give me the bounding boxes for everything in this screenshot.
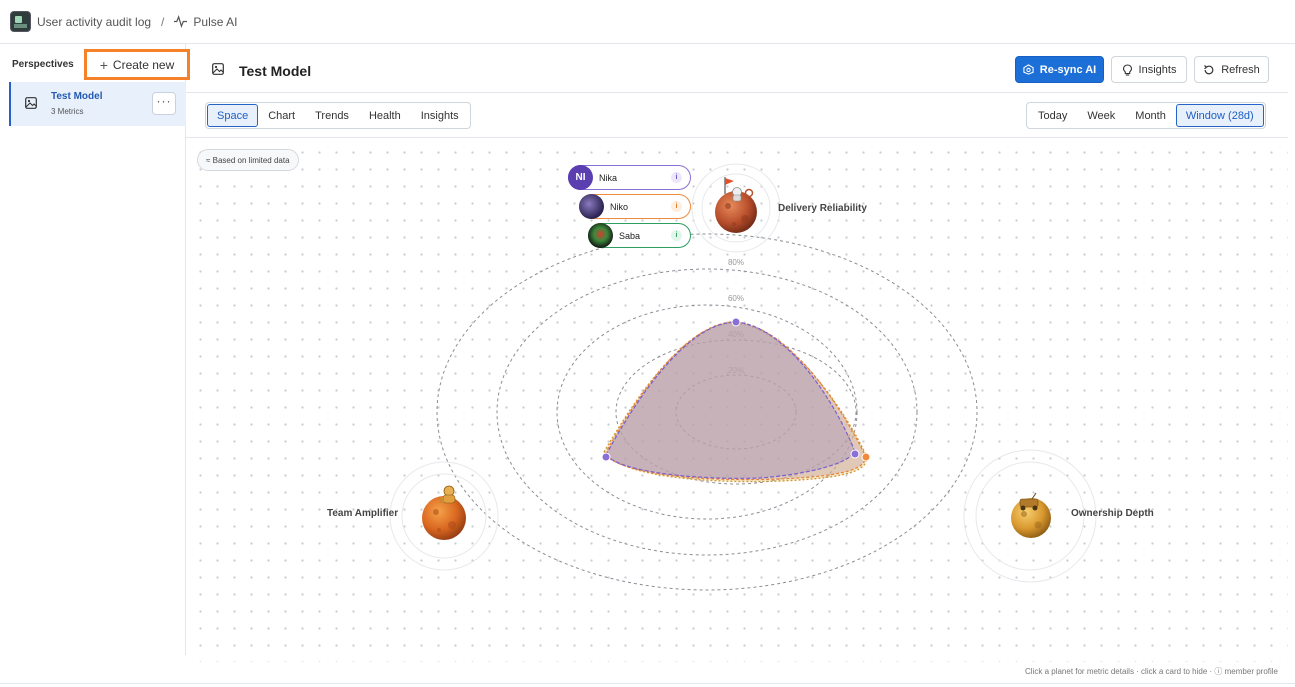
planet-flag-icon[interactable] xyxy=(715,177,757,233)
vertex-right-niko[interactable] xyxy=(861,452,871,462)
planet-rover-icon[interactable] xyxy=(1011,492,1051,538)
member-name: Saba xyxy=(619,230,641,241)
bottom-divider xyxy=(0,683,1295,684)
member-card-niko[interactable]: Niko i xyxy=(579,194,691,219)
info-icon[interactable]: i xyxy=(671,172,682,183)
avatar xyxy=(588,223,613,248)
space-visualization[interactable]: 80% 60% 40% 20% xyxy=(0,0,1295,687)
planet-astronaut-icon[interactable] xyxy=(422,485,466,540)
ring-label-80: 80% xyxy=(728,258,744,267)
member-name: Niko xyxy=(610,201,629,212)
info-icon[interactable]: i xyxy=(671,230,682,241)
avatar xyxy=(579,194,604,219)
vertex-right-nika[interactable] xyxy=(850,449,860,459)
planet-label-ownership-depth[interactable]: Ownership Depth xyxy=(1071,508,1154,519)
member-shape-nika[interactable] xyxy=(605,321,856,479)
member-card-saba[interactable]: Saba i xyxy=(588,223,691,248)
vertex-left[interactable] xyxy=(601,452,611,462)
member-name: Nika xyxy=(599,172,618,183)
planet-label-delivery-reliability[interactable]: Delivery Reliability xyxy=(778,203,867,214)
ring-label-60: 60% xyxy=(728,294,744,303)
planet-label-team-amplifier[interactable]: Team Amplifier xyxy=(327,508,398,519)
avatar: NI xyxy=(568,165,593,190)
limited-data-badge: ≈ Based on limited data xyxy=(197,149,299,171)
vertex-top[interactable] xyxy=(731,317,741,327)
member-card-nika[interactable]: NI Nika i xyxy=(568,165,691,190)
footer-hint: Click a planet for metric details · clic… xyxy=(1025,667,1278,676)
info-icon[interactable]: i xyxy=(671,201,682,212)
